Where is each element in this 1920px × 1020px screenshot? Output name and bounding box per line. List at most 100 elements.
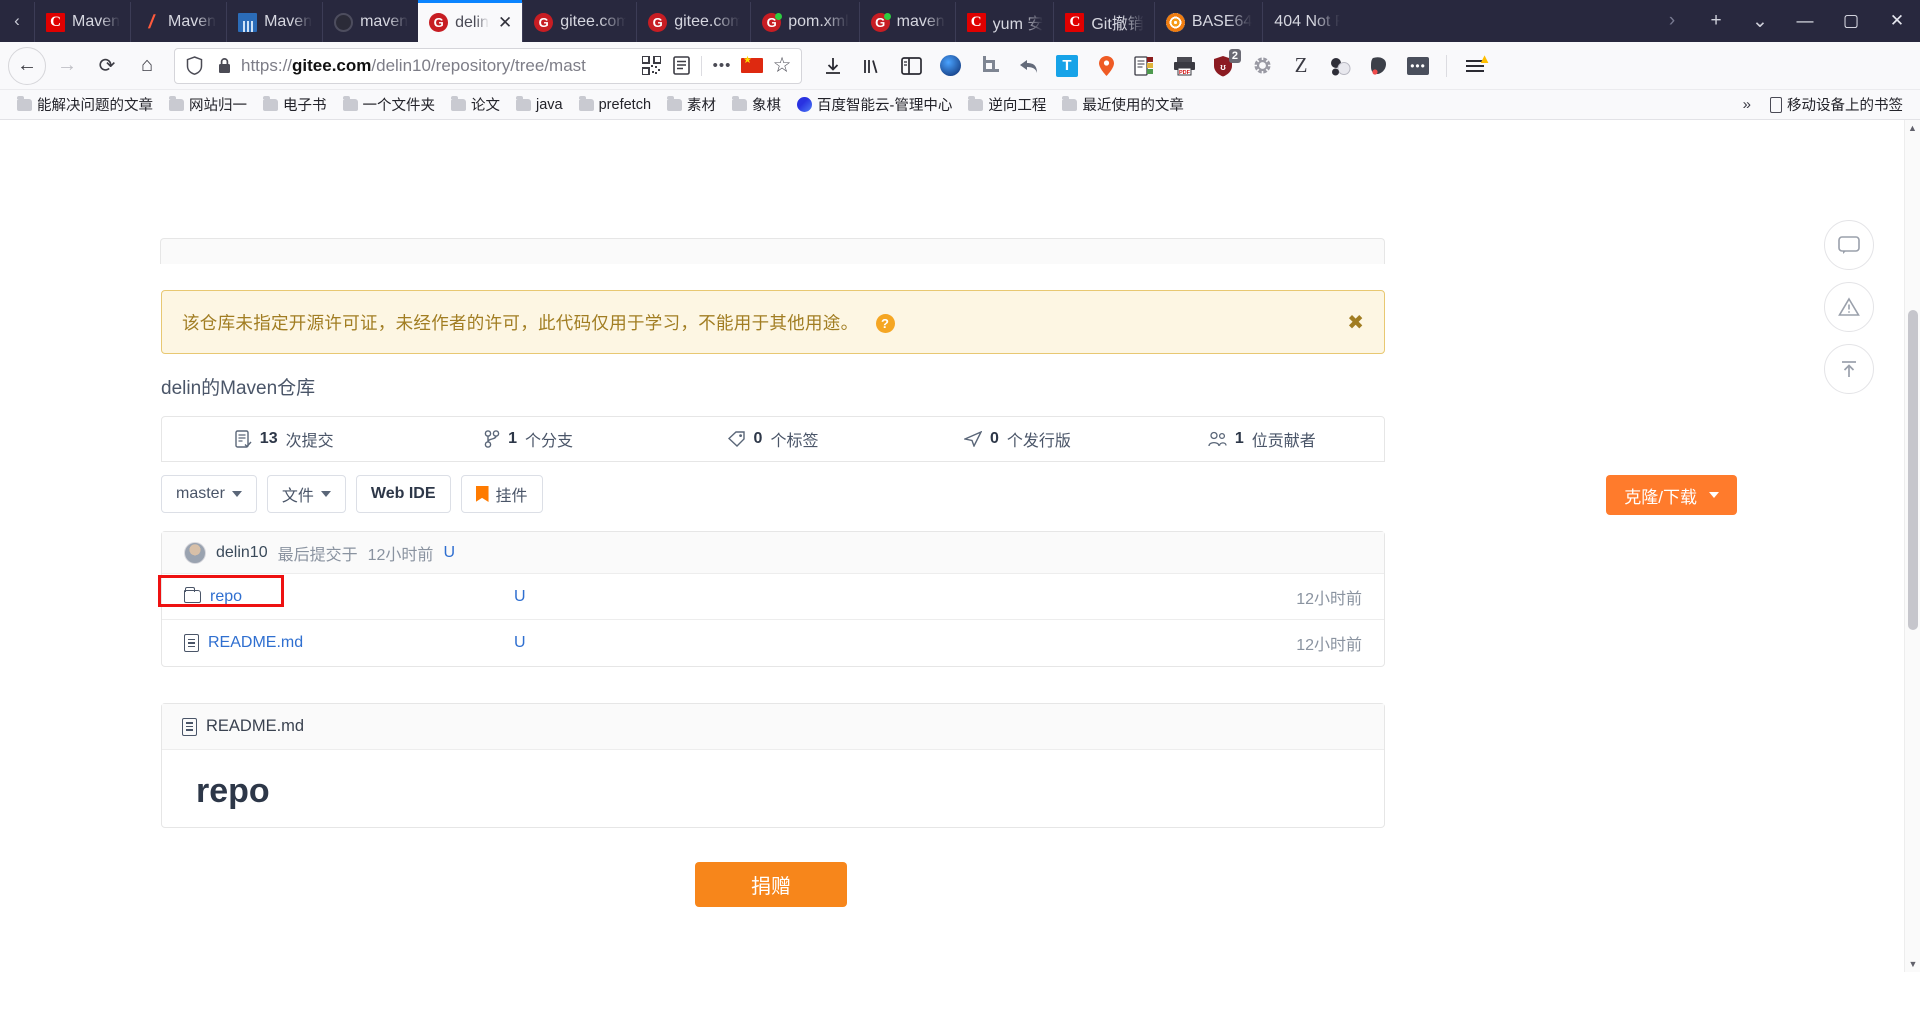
feedback-icon[interactable] [1824, 220, 1874, 270]
file-name-cell[interactable]: repo [184, 587, 514, 606]
commit-author[interactable]: delin10 [216, 544, 268, 562]
downloads-icon[interactable] [814, 47, 852, 85]
browser-tab[interactable]: Maven [226, 2, 322, 42]
page-scrollbar[interactable]: ▲ ▼ [1904, 120, 1920, 972]
bookmark-item[interactable]: 素材 [660, 91, 723, 118]
bookmark-item[interactable]: 论文 [444, 91, 507, 118]
avatar[interactable] [184, 541, 206, 564]
evernote-elephant-icon[interactable] [1360, 47, 1398, 85]
widget-button[interactable]: 挂件 [460, 475, 543, 513]
location-pin-icon[interactable] [1087, 47, 1125, 85]
file-commit-message[interactable]: U [514, 588, 934, 606]
repo-stat-contributors[interactable]: 1 位贡献者 [1140, 427, 1384, 451]
address-bar[interactable]: https://gitee.com/delin10/repository/tre… [174, 47, 802, 84]
browser-tab[interactable]: Gmaven [858, 2, 955, 42]
bookmark-item[interactable]: java [509, 94, 570, 116]
bookmark-item[interactable]: 电子书 [256, 91, 334, 118]
bookmark-item[interactable]: 能解决问题的文章 [10, 91, 160, 118]
bookmark-star-icon[interactable]: ☆ [769, 53, 795, 78]
file-commit-message[interactable]: U [514, 634, 934, 652]
back-to-top-icon[interactable] [1824, 344, 1874, 394]
chevron-down-icon [320, 491, 331, 497]
dots-extension-icon[interactable]: ••• [1399, 47, 1437, 85]
browser-tab[interactable]: Gpom.xml [750, 2, 858, 42]
crop-tool-icon[interactable] [970, 47, 1008, 85]
padlock-icon[interactable] [211, 57, 237, 74]
file-row[interactable]: repo U 12小时前 [162, 574, 1384, 620]
tab-scroll-left-button[interactable]: ‹ [0, 0, 34, 42]
branch-selector-button[interactable]: master [161, 475, 257, 513]
app-menu-icon[interactable]: ▲ [1456, 47, 1494, 85]
reload-button[interactable]: ⟳ [88, 47, 126, 85]
gear-settings-icon[interactable] [1243, 47, 1281, 85]
browser-tab[interactable]: maven [322, 2, 418, 42]
scroll-up-arrow[interactable]: ▲ [1905, 120, 1920, 136]
translate-t-icon[interactable]: T [1048, 47, 1086, 85]
browser-tab[interactable]: C Maven [34, 2, 130, 42]
browser-tab[interactable]: / Maven [130, 2, 226, 42]
clone-download-button[interactable]: 克隆/下载 [1606, 475, 1737, 515]
url-prefix: https:// [241, 55, 293, 75]
molecule-icon[interactable] [1321, 47, 1359, 85]
browser-tab[interactable]: C Git撤销 [1053, 2, 1153, 42]
maximize-button[interactable]: ▢ [1828, 0, 1874, 42]
new-tab-button[interactable]: + [1694, 0, 1738, 42]
files-menu-button[interactable]: 文件 [266, 475, 346, 513]
repo-stat-branch[interactable]: 1 个分支 [406, 427, 650, 451]
help-icon[interactable]: ? [875, 314, 895, 334]
contributors-icon [1208, 431, 1227, 447]
qr-code-icon[interactable] [638, 56, 664, 75]
reader-mode-icon[interactable] [668, 56, 694, 75]
china-flag-icon[interactable] [739, 55, 765, 73]
scroll-down-arrow[interactable]: ▼ [1905, 956, 1920, 972]
bookmark-item[interactable]: 一个文件夹 [336, 91, 443, 118]
pdf-print-icon[interactable]: PDF [1165, 47, 1203, 85]
file-row[interactable]: README.md U 12小时前 [162, 620, 1384, 666]
page-actions-more-icon[interactable]: ••• [709, 57, 735, 74]
browser-tab[interactable]: Cyum 安 [954, 2, 1054, 42]
bookmarks-overflow-button[interactable]: » [1735, 96, 1759, 113]
browser-tab[interactable]: Ggitee.com [522, 2, 636, 42]
web-ide-button[interactable]: Web IDE [355, 475, 451, 513]
back-button[interactable]: ← [8, 46, 46, 85]
undo-arrow-icon[interactable] [1009, 47, 1047, 85]
browser-tab[interactable]: Ggitee.com [636, 2, 750, 42]
minimize-button[interactable]: — [1782, 0, 1828, 42]
mobile-bookmarks-item[interactable]: 移动设备上的书签 [1763, 91, 1910, 118]
tracking-protection-shield-icon[interactable] [181, 56, 207, 75]
sidebar-icon[interactable] [892, 47, 930, 85]
bookmark-icon [475, 486, 489, 502]
tab-label: pom.xml [788, 13, 849, 30]
close-window-button[interactable]: ✕ [1874, 0, 1920, 42]
document-extension-icon[interactable] [1126, 47, 1164, 85]
file-name-cell[interactable]: README.md [184, 634, 514, 652]
bookmark-item[interactable]: 象棋 [725, 91, 788, 118]
browser-tab[interactable]: 404 Not Found [1262, 2, 1350, 42]
home-button[interactable]: ⌂ [128, 47, 166, 85]
scrollbar-thumb[interactable] [1908, 310, 1918, 630]
bookmark-item[interactable]: 百度智能云-管理中心 [790, 91, 959, 118]
url-text[interactable]: https://gitee.com/delin10/repository/tre… [241, 56, 634, 76]
shield-extension-icon[interactable]: ʊ2 [1204, 47, 1242, 85]
license-notice-banner: 该仓库未指定开源许可证，未经作者的许可，此代码仅用于学习，不能用于其他用途。 ?… [161, 290, 1385, 354]
bookmark-item[interactable]: prefetch [572, 94, 658, 116]
close-notice-button[interactable]: ✖ [1347, 310, 1364, 335]
bookmark-item[interactable]: 逆向工程 [961, 91, 1053, 118]
tab-scroll-right-button[interactable]: › [1650, 0, 1694, 42]
bookmark-item[interactable]: 网站归一 [162, 91, 254, 118]
blue-circle-extension-icon[interactable] [931, 47, 969, 85]
repo-stat-commit[interactable]: 13 次提交 [162, 427, 406, 451]
forward-button[interactable]: → [48, 47, 86, 85]
repo-stat-release[interactable]: 0 个发行版 [895, 427, 1139, 451]
library-icon[interactable] [853, 47, 891, 85]
repo-stat-tag[interactable]: 0 个标签 [651, 427, 895, 451]
list-all-tabs-button[interactable]: ⌄ [1738, 0, 1782, 42]
donate-button[interactable]: 捐赠 [695, 862, 847, 907]
bookmark-item[interactable]: 最近使用的文章 [1055, 91, 1191, 118]
browser-tab[interactable]: BASE64 [1153, 2, 1262, 42]
zotero-z-icon[interactable]: Z [1282, 47, 1320, 85]
browser-tab[interactable]: Gdelin ✕ [418, 0, 523, 42]
commit-message[interactable]: U [443, 544, 455, 562]
report-warning-icon[interactable] [1824, 282, 1874, 332]
close-tab-button[interactable]: ✕ [498, 13, 512, 33]
